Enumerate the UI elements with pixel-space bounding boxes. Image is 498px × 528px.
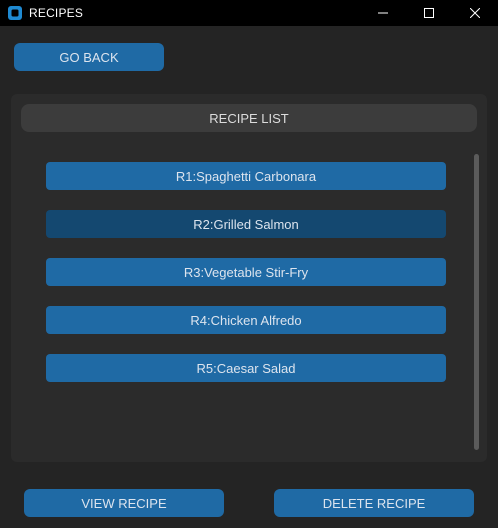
recipe-list-scroll-area[interactable]: R1:Spaghetti Carbonara R2:Grilled Salmon… bbox=[11, 142, 487, 452]
maximize-button[interactable] bbox=[406, 0, 452, 26]
minimize-button[interactable] bbox=[360, 0, 406, 26]
view-recipe-button[interactable]: VIEW RECIPE bbox=[24, 489, 224, 517]
app-square-icon bbox=[7, 5, 23, 21]
recipe-item-r4[interactable]: R4:Chicken Alfredo bbox=[46, 306, 446, 334]
maximize-icon bbox=[424, 8, 434, 18]
close-button[interactable] bbox=[452, 0, 498, 26]
delete-recipe-button[interactable]: DELETE RECIPE bbox=[274, 489, 474, 517]
recipe-item-r5[interactable]: R5:Caesar Salad bbox=[46, 354, 446, 382]
recipe-list-header: RECIPE LIST bbox=[21, 104, 477, 132]
recipe-item-r2[interactable]: R2:Grilled Salmon bbox=[46, 210, 446, 238]
scrollbar-thumb[interactable] bbox=[474, 154, 479, 450]
window-title: RECIPES bbox=[29, 6, 84, 20]
recipe-item-r1[interactable]: R1:Spaghetti Carbonara bbox=[46, 162, 446, 190]
scrollbar[interactable] bbox=[472, 154, 480, 450]
close-icon bbox=[470, 8, 480, 18]
recipe-item-r3[interactable]: R3:Vegetable Stir-Fry bbox=[46, 258, 446, 286]
recipe-list-frame: RECIPE LIST R1:Spaghetti Carbonara R2:Gr… bbox=[11, 94, 487, 462]
go-back-button[interactable]: GO BACK bbox=[14, 43, 164, 71]
minimize-icon bbox=[378, 8, 388, 18]
title-bar[interactable]: RECIPES bbox=[0, 0, 498, 26]
recipes-window: RECIPES GO BACK RECIPE LIST R1:Spaghetti… bbox=[0, 0, 498, 528]
